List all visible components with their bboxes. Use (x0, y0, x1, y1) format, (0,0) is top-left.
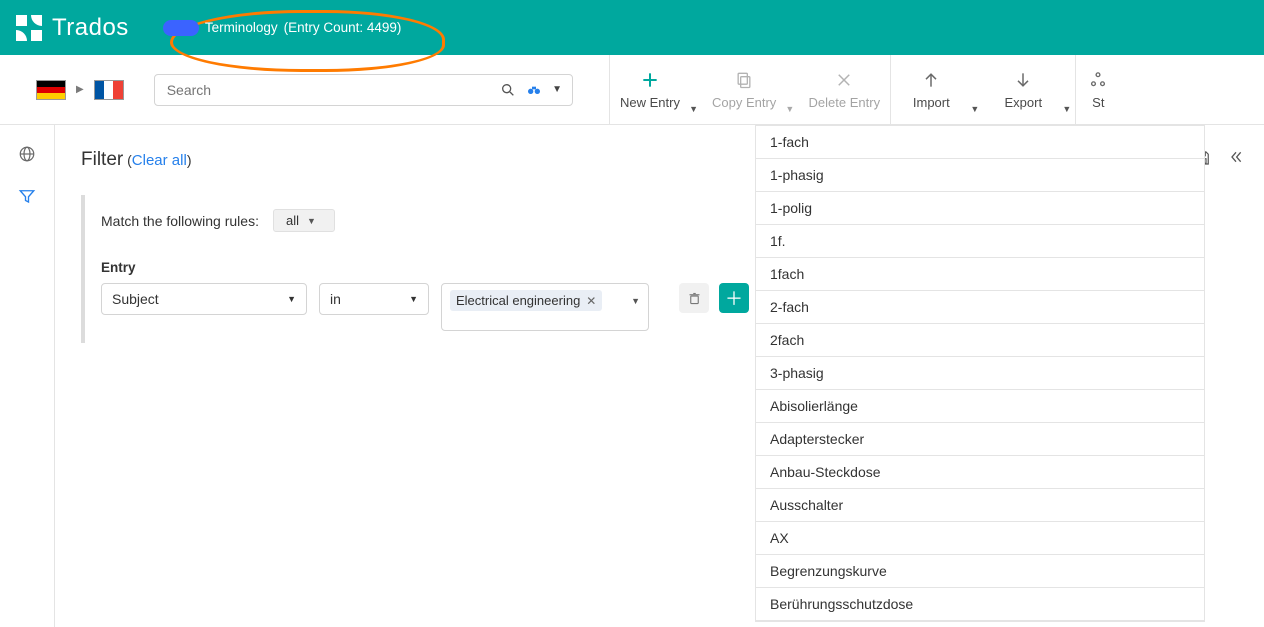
chevron-down-icon[interactable]: ▼ (970, 104, 979, 114)
remove-chip-icon[interactable]: ✕ (586, 294, 596, 308)
plus-icon (640, 69, 660, 91)
title-prefix: Terminology (205, 20, 278, 35)
new-entry-label: New Entry (620, 95, 680, 110)
sub-toolbar: ▶ ▼ New Entry ▼ (0, 55, 1264, 125)
search-icon[interactable] (500, 82, 516, 98)
clear-all-link[interactable]: Clear all (132, 152, 187, 169)
chevron-down-icon: ▼ (287, 294, 296, 304)
chevron-down-icon: ▼ (409, 294, 418, 304)
term-list-item[interactable]: 2-fach (756, 291, 1204, 324)
term-list-item[interactable]: Berührungsschutzdose (756, 588, 1204, 621)
structure-label: St (1092, 95, 1104, 110)
brand-bar: Trados Terminology (Entry Count: 4499) (0, 0, 1264, 55)
term-list-item[interactable]: Begrenzungskurve (756, 555, 1204, 588)
binoculars-icon[interactable] (526, 82, 542, 98)
structure-button[interactable]: St (1076, 55, 1120, 124)
brand: Trados (16, 14, 129, 42)
entry-count: (Entry Count: 4499) (284, 20, 402, 35)
structure-icon (1089, 69, 1107, 91)
term-list-item[interactable]: 1-fach (756, 126, 1204, 159)
add-rule-button[interactable]: ＋ (719, 283, 749, 313)
copy-icon (734, 69, 754, 91)
delete-rule-button[interactable] (679, 283, 709, 313)
search-dropdown-icon[interactable]: ▼ (552, 84, 562, 95)
language-search-area: ▶ ▼ (0, 55, 610, 124)
export-button[interactable]: Export ▼ (983, 55, 1075, 124)
chevron-down-icon: ▼ (631, 296, 640, 306)
import-label: Import (913, 95, 950, 110)
rule-operator-select[interactable]: in ▼ (319, 283, 429, 315)
chevron-down-icon: ▼ (785, 104, 794, 114)
term-list-item[interactable]: 2fach (756, 324, 1204, 357)
action-toolbar: New Entry ▼ Copy Entry ▼ Delete Entry (610, 55, 1120, 124)
new-entry-button[interactable]: New Entry ▼ (610, 55, 702, 124)
rule-operator-value: in (330, 291, 341, 307)
close-icon (835, 69, 853, 91)
search-field[interactable]: ▼ (154, 74, 573, 106)
rule-value-select[interactable]: Electrical engineering ✕ ▼ (441, 283, 649, 331)
search-input[interactable] (165, 81, 500, 99)
rule-field-value: Subject (112, 291, 159, 307)
term-list-item[interactable]: 1f. (756, 225, 1204, 258)
copy-entry-label: Copy Entry (712, 95, 776, 110)
redacted-name (163, 20, 199, 36)
term-list-item[interactable]: 1-phasig (756, 159, 1204, 192)
arrow-down-icon (1013, 69, 1033, 91)
arrow-up-icon (921, 69, 941, 91)
term-list-item[interactable]: 3-phasig (756, 357, 1204, 390)
delete-entry-label: Delete Entry (809, 95, 881, 110)
target-language-flag-fr[interactable] (94, 80, 124, 100)
chevron-down-icon[interactable]: ▼ (1062, 104, 1071, 114)
term-list-item[interactable]: Abisolierlänge (756, 390, 1204, 423)
source-language-flag-de[interactable] (36, 80, 66, 100)
filter-icon[interactable] (16, 185, 38, 207)
term-list: 1-fach1-phasig1-polig1f.1fach2-fach2fach… (755, 125, 1205, 622)
term-list-item[interactable]: Ausschalter (756, 489, 1204, 522)
value-chip: Electrical engineering ✕ (450, 290, 602, 311)
export-label: Export (1005, 95, 1043, 110)
term-list-item[interactable]: Anbau-Steckdose (756, 456, 1204, 489)
brand-name: Trados (52, 14, 129, 42)
globe-icon[interactable] (16, 143, 38, 165)
term-list-item[interactable]: 1-polig (756, 192, 1204, 225)
term-list-item[interactable]: 1fach (756, 258, 1204, 291)
match-label: Match the following rules: (101, 213, 259, 229)
rule-field-select[interactable]: Subject ▼ (101, 283, 307, 315)
match-mode-select[interactable]: all ▼ (273, 209, 335, 232)
filter-title: Filter (81, 149, 123, 170)
import-button[interactable]: Import ▼ (891, 55, 983, 124)
brand-logo-icon (16, 15, 42, 41)
copy-entry-button: Copy Entry ▼ (702, 55, 798, 124)
chevron-down-icon: ▼ (307, 216, 316, 226)
value-chip-label: Electrical engineering (456, 293, 580, 308)
language-direction-icon: ▶ (76, 84, 84, 95)
match-mode-value: all (286, 213, 299, 228)
side-nav (0, 125, 55, 627)
term-list-item[interactable]: Adapterstecker (756, 423, 1204, 456)
termbase-title: Terminology (Entry Count: 4499) (163, 20, 402, 36)
delete-entry-button: Delete Entry (798, 55, 890, 124)
paren-close: ) (187, 152, 192, 168)
chevron-down-icon[interactable]: ▼ (689, 104, 698, 114)
term-list-item[interactable]: AX (756, 522, 1204, 555)
collapse-panel-icon[interactable] (1228, 149, 1244, 167)
